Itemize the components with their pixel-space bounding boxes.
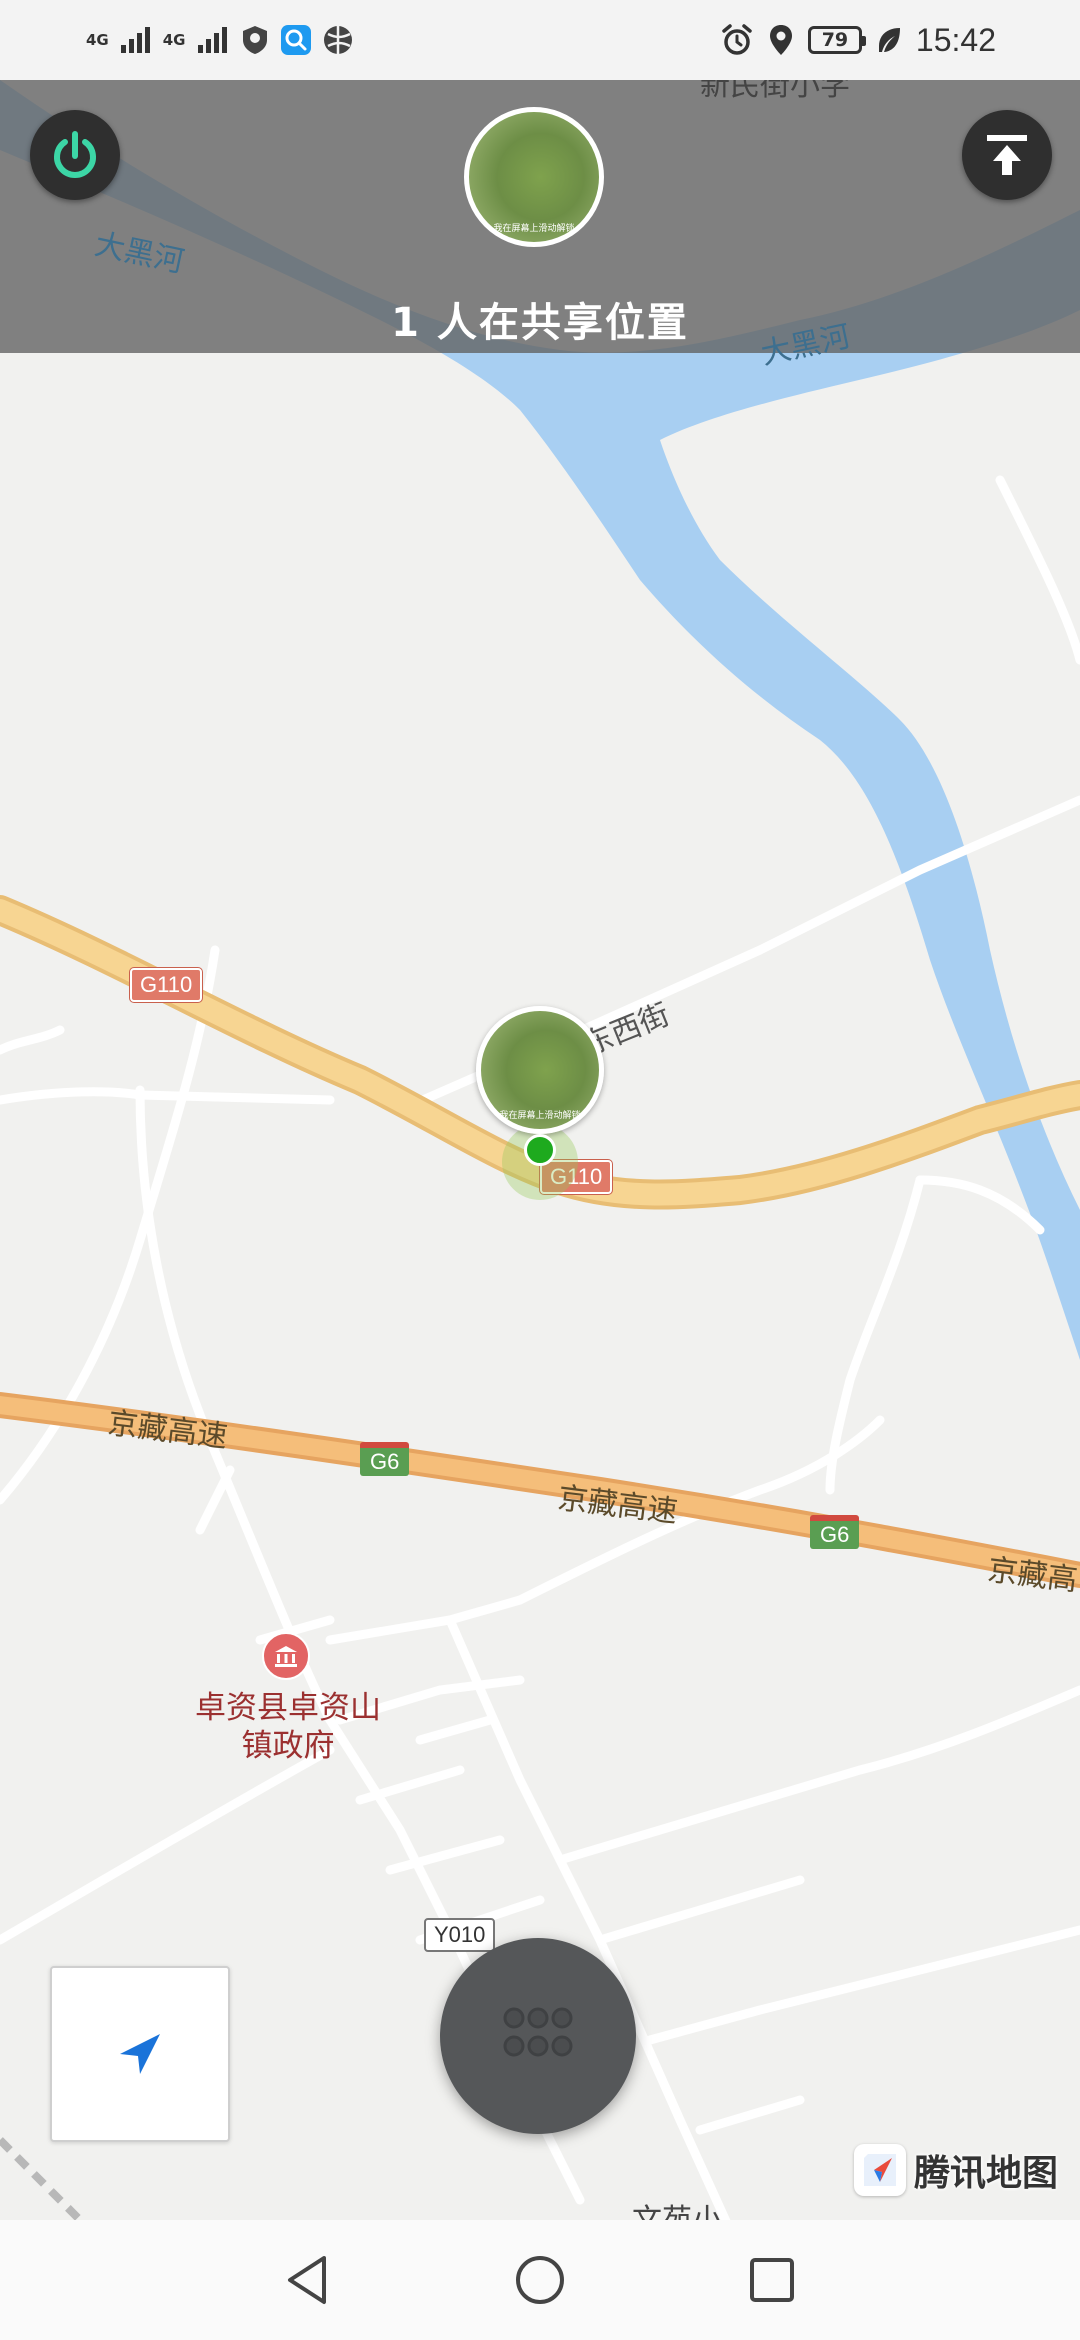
signal-icon bbox=[197, 27, 227, 53]
back-triangle-icon bbox=[288, 2256, 326, 2304]
browser-app-icon bbox=[323, 26, 352, 54]
recents-button[interactable] bbox=[744, 2252, 800, 2308]
tencent-maps-icon bbox=[853, 2144, 906, 2196]
g6-shield: G6 bbox=[810, 1515, 860, 1549]
location-pin-icon bbox=[769, 25, 792, 55]
government-building-icon[interactable] bbox=[262, 1632, 310, 1680]
avatar-caption: 我在屏幕上滑动解锁 bbox=[493, 224, 575, 234]
sharing-header: 我在屏幕上滑动解锁 1 人在共享位置 bbox=[0, 80, 1080, 353]
search-app-icon bbox=[280, 25, 311, 55]
user-location-avatar[interactable]: 我在屏幕上滑动解锁 bbox=[476, 1006, 604, 1134]
network-type-2: 4G bbox=[162, 31, 186, 49]
shared-user-avatar[interactable]: 我在屏幕上滑动解锁 bbox=[464, 107, 604, 247]
leaf-icon bbox=[878, 28, 900, 52]
status-bar: 4G 4G 79 15:42 bbox=[0, 0, 1080, 80]
clock: 15:42 bbox=[915, 21, 996, 58]
signal-icon bbox=[120, 27, 150, 53]
home-circle-icon bbox=[516, 2256, 564, 2304]
status-left: 4G 4G bbox=[86, 18, 354, 62]
share-count-text: 1 人在共享位置 bbox=[391, 300, 689, 346]
g110-shield: G110 bbox=[130, 968, 203, 1002]
shield-app-icon bbox=[242, 26, 267, 54]
system-nav-bar bbox=[0, 2220, 1080, 2340]
home-button[interactable] bbox=[512, 2252, 568, 2308]
poi-label[interactable]: 卓资县卓资山镇政府 bbox=[188, 1689, 388, 1765]
tencent-maps-logo: 腾讯地图 bbox=[853, 2140, 1058, 2200]
back-button[interactable] bbox=[280, 2252, 336, 2308]
alarm-icon bbox=[722, 24, 752, 55]
screen: 新民街小学 大黑河 大黑河 东西街 京藏高速 京藏高速 京藏高 卓资县卓资山镇政… bbox=[0, 0, 1080, 2340]
power-icon bbox=[54, 131, 96, 178]
upload-button[interactable] bbox=[962, 110, 1052, 200]
power-button[interactable] bbox=[30, 110, 120, 200]
battery-indicator: 79 bbox=[807, 26, 866, 54]
g6-shield: G6 bbox=[360, 1442, 410, 1476]
current-location-dot bbox=[524, 1134, 556, 1166]
tencent-maps-text: 腾讯地图 bbox=[913, 2153, 1058, 2194]
y010-shield: Y010 bbox=[424, 1918, 496, 1952]
upload-icon bbox=[987, 135, 1027, 175]
grid-dots-icon bbox=[503, 2007, 573, 2057]
avatar-caption: 我在屏幕上滑动解锁 bbox=[499, 1111, 581, 1121]
menu-button[interactable] bbox=[440, 1938, 636, 2134]
locate-me-button[interactable] bbox=[50, 1966, 230, 2142]
network-type-1: 4G bbox=[86, 31, 109, 49]
status-right: 79 15:42 bbox=[720, 16, 996, 64]
navigation-arrow-icon bbox=[120, 2034, 160, 2074]
recents-square-icon bbox=[750, 2258, 794, 2302]
